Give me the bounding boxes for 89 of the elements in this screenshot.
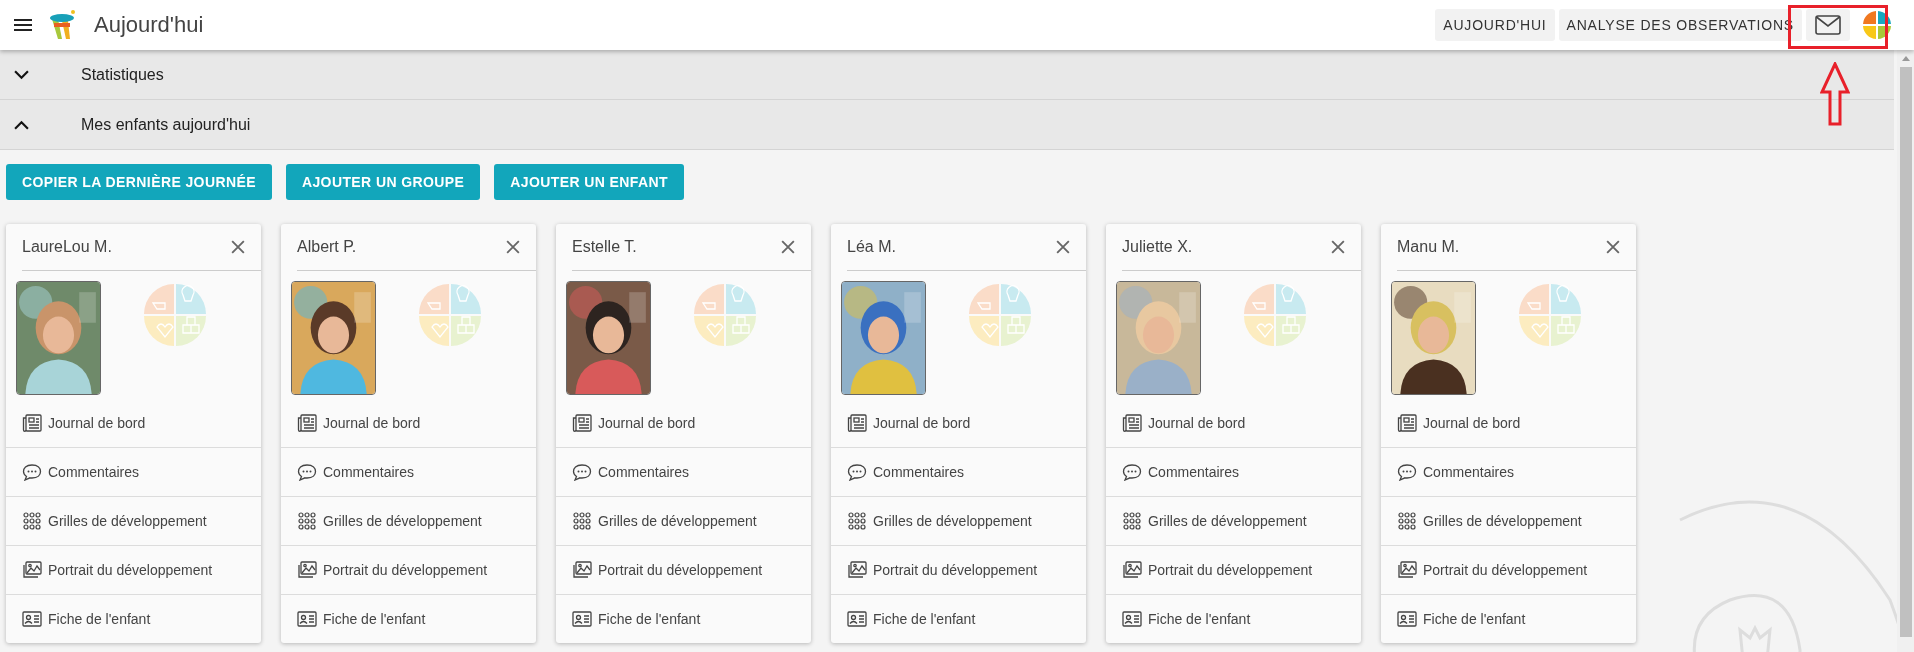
card-menu-item[interactable]: Fiche de l'enfant <box>831 594 1086 643</box>
close-icon[interactable] <box>1056 240 1070 254</box>
dot-grid-icon <box>572 512 592 530</box>
newspaper-icon <box>1122 414 1142 432</box>
id-card-icon <box>297 610 317 628</box>
card-menu-item[interactable]: Portrait du développement <box>831 545 1086 594</box>
newspaper-icon <box>297 414 317 432</box>
card-menu-item[interactable]: Commentaires <box>831 447 1086 496</box>
card-menu-item[interactable]: Fiche de l'enfant <box>556 594 811 643</box>
image-icon <box>22 561 42 579</box>
menu-icon[interactable] <box>14 19 32 31</box>
card-menu-item[interactable]: Fiche de l'enfant <box>281 594 536 643</box>
colored-circle-icon[interactable] <box>1862 10 1892 40</box>
card-menu-item[interactable]: Journal de bord <box>281 399 536 447</box>
envelope-icon <box>1815 15 1841 35</box>
card-menu-item[interactable]: Commentaires <box>1106 447 1361 496</box>
development-wheel-icon <box>968 283 1032 347</box>
section-header[interactable]: Statistiques <box>0 50 1894 100</box>
child-name: Estelle T. <box>572 238 637 256</box>
child-name: Albert P. <box>297 238 357 256</box>
close-icon[interactable] <box>506 240 520 254</box>
id-card-icon <box>1397 610 1417 628</box>
card-menu-item[interactable]: Journal de bord <box>6 399 261 447</box>
id-card-icon <box>22 610 42 628</box>
close-icon[interactable] <box>1331 240 1345 254</box>
development-wheel-icon <box>1518 283 1582 347</box>
nav-button[interactable]: AUJOURD'HUI <box>1435 9 1555 41</box>
development-wheel-icon <box>418 283 482 347</box>
child-name: Manu M. <box>1397 238 1460 256</box>
child-name: Juliette X. <box>1122 238 1193 256</box>
speech-bubble-icon <box>22 463 42 481</box>
dot-grid-icon <box>297 512 317 530</box>
card-menu-item[interactable]: Commentaires <box>1381 447 1636 496</box>
newspaper-icon <box>1397 414 1417 432</box>
newspaper-icon <box>572 414 592 432</box>
page-title: Aujourd'hui <box>94 12 204 38</box>
close-icon[interactable] <box>781 240 795 254</box>
card-menu-item[interactable]: Grilles de développement <box>281 496 536 545</box>
card-menu-item[interactable]: Grilles de développement <box>831 496 1086 545</box>
id-card-icon <box>847 610 867 628</box>
card-menu-item[interactable]: Commentaires <box>6 447 261 496</box>
card-menu-item[interactable]: Journal de bord <box>831 399 1086 447</box>
image-icon <box>297 561 317 579</box>
card-menu-item[interactable]: Journal de bord <box>556 399 811 447</box>
speech-bubble-icon <box>572 463 592 481</box>
card-menu-item[interactable]: Commentaires <box>281 447 536 496</box>
development-wheel-icon <box>1243 283 1307 347</box>
image-icon <box>572 561 592 579</box>
child-name: LaureLou M. <box>22 238 112 256</box>
card-menu-item[interactable]: Portrait du développement <box>6 545 261 594</box>
card-menu-item[interactable]: Grilles de développement <box>1381 496 1636 545</box>
up-arrow <box>1820 62 1850 126</box>
card-menu-item[interactable]: Fiche de l'enfant <box>6 594 261 643</box>
id-card-icon <box>1122 610 1142 628</box>
card-menu-item[interactable]: Journal de bord <box>1381 399 1636 447</box>
card-menu-item[interactable]: Portrait du développement <box>556 545 811 594</box>
development-wheel-icon <box>143 283 207 347</box>
image-icon <box>847 561 867 579</box>
child-name: Léa M. <box>847 238 896 256</box>
card-menu-item[interactable]: Portrait du développement <box>281 545 536 594</box>
speech-bubble-icon <box>847 463 867 481</box>
card-menu-item[interactable]: Grilles de développement <box>6 496 261 545</box>
dot-grid-icon <box>1397 512 1417 530</box>
dot-grid-icon <box>1122 512 1142 530</box>
dot-grid-icon <box>847 512 867 530</box>
card-menu-item[interactable]: Portrait du développement <box>1381 545 1636 594</box>
development-wheel-icon <box>693 283 757 347</box>
card-menu-item[interactable]: Portrait du développement <box>1106 545 1361 594</box>
card-menu-item[interactable]: Journal de bord <box>1106 399 1361 447</box>
close-icon[interactable] <box>1606 240 1620 254</box>
messages-button[interactable] <box>1806 9 1850 41</box>
close-icon[interactable] <box>231 240 245 254</box>
speech-bubble-icon <box>1122 463 1142 481</box>
card-menu-item[interactable]: Commentaires <box>556 447 811 496</box>
logo-icon <box>48 9 76 41</box>
card-menu-item[interactable]: Fiche de l'enfant <box>1381 594 1636 643</box>
newspaper-icon <box>847 414 867 432</box>
scrollbar[interactable] <box>1897 50 1914 652</box>
card-menu-item[interactable]: Fiche de l'enfant <box>1106 594 1361 643</box>
newspaper-icon <box>22 414 42 432</box>
section-header[interactable]: Mes enfants aujourd'hui <box>0 100 1894 150</box>
card-menu-item[interactable]: Grilles de développement <box>556 496 811 545</box>
speech-bubble-icon <box>1397 463 1417 481</box>
dot-grid-icon <box>22 512 42 530</box>
speech-bubble-icon <box>297 463 317 481</box>
image-icon <box>1122 561 1142 579</box>
card-menu-item[interactable]: Grilles de développement <box>1106 496 1361 545</box>
image-icon <box>1397 561 1417 579</box>
id-card-icon <box>572 610 592 628</box>
